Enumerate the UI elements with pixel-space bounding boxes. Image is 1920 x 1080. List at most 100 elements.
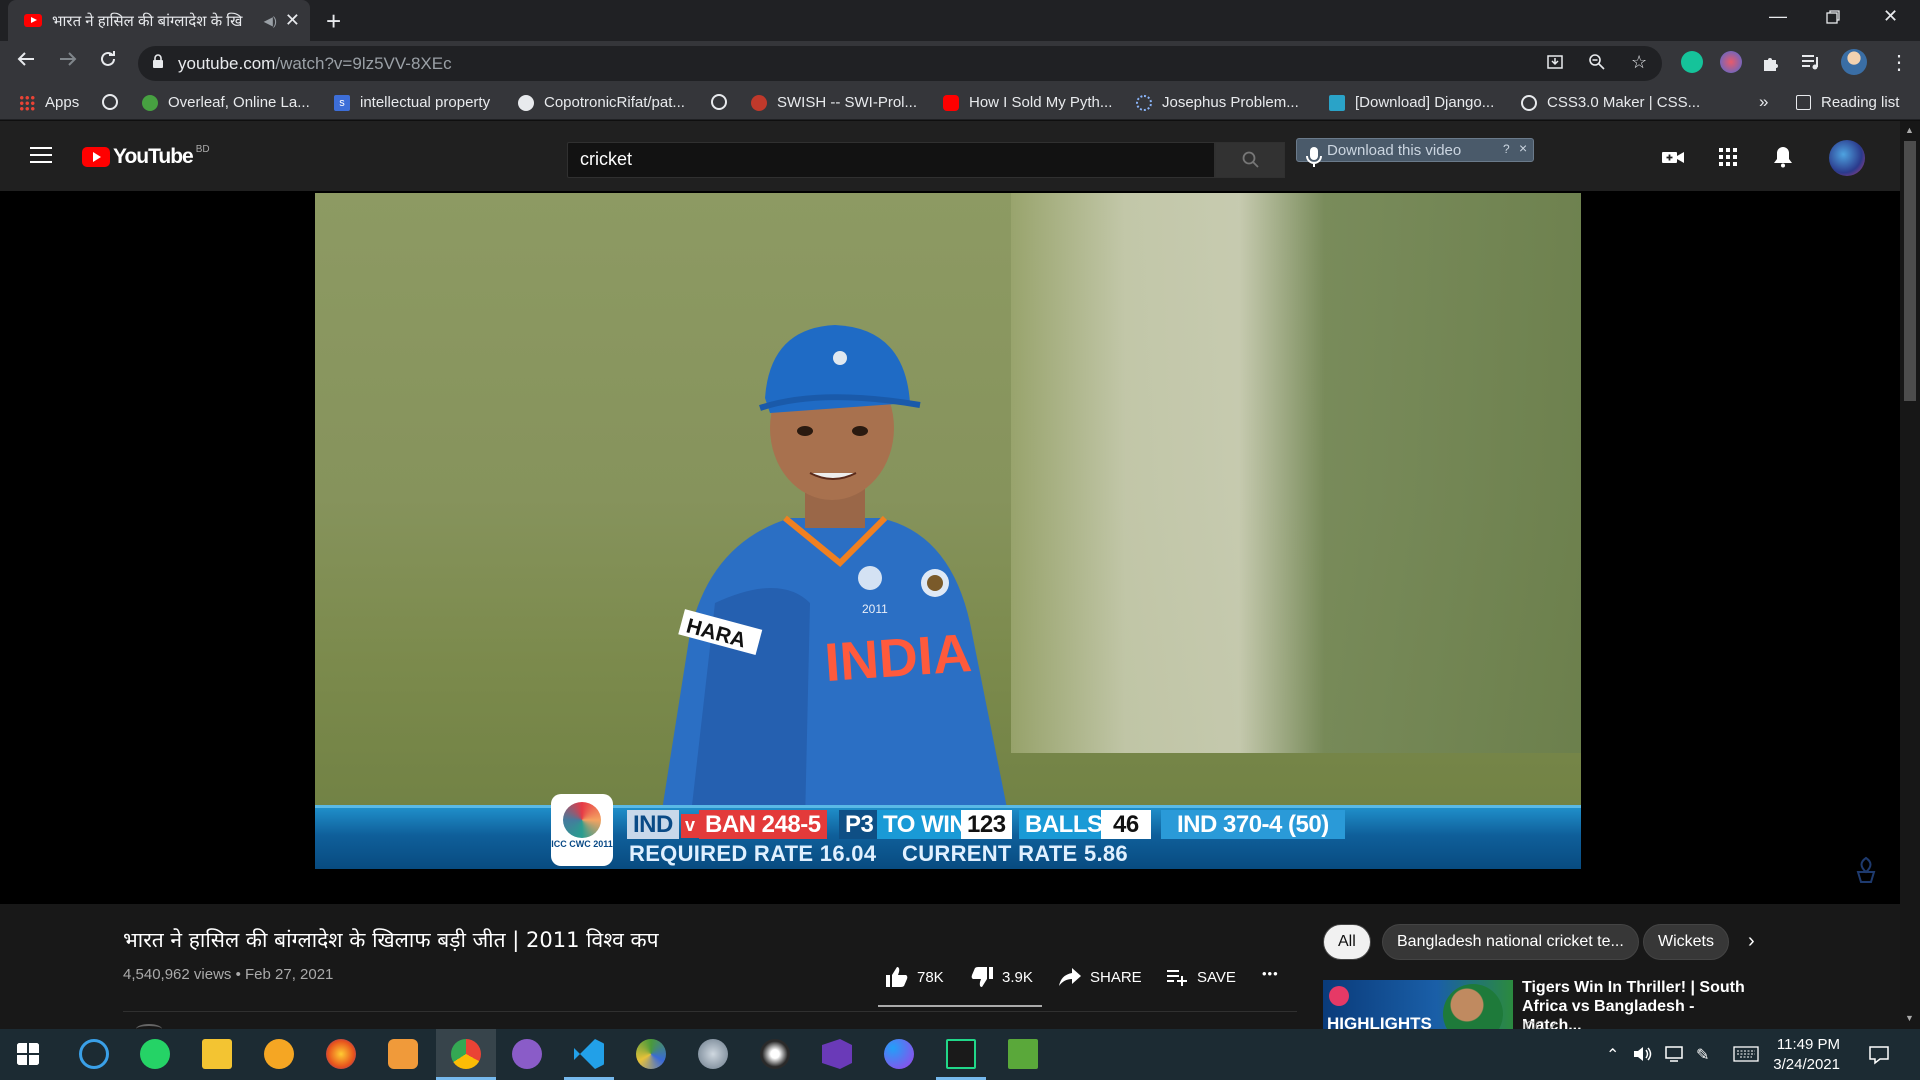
scroll-up-arrow-icon[interactable]: ▲ bbox=[1905, 125, 1914, 135]
search-icon bbox=[1242, 151, 1259, 168]
bookmark-apps[interactable]: Apps bbox=[19, 94, 79, 111]
chip-all[interactable]: All bbox=[1323, 924, 1371, 960]
extension-icon[interactable] bbox=[1720, 51, 1742, 73]
media-control-icon[interactable] bbox=[1801, 53, 1821, 76]
volume-icon[interactable] bbox=[1632, 1045, 1654, 1068]
browser-tab-youtube[interactable]: भारत ने हासिल की बांग्लादेश के खि ◀︎︎) ✕ bbox=[8, 0, 310, 41]
download-video-button[interactable]: Download this video ? × bbox=[1296, 138, 1534, 162]
app-orange-icon[interactable] bbox=[388, 1039, 418, 1069]
profile-avatar[interactable] bbox=[1841, 49, 1867, 75]
powerplay-label: P3 bbox=[839, 810, 880, 839]
vpn-app-icon[interactable] bbox=[264, 1039, 294, 1069]
search-input[interactable]: cricket bbox=[567, 142, 1215, 178]
bookmark-overleaf[interactable]: Overleaf, Online La... bbox=[142, 94, 310, 111]
bookmarks-overflow-button[interactable]: » bbox=[1759, 92, 1768, 112]
tab-close-icon[interactable]: ✕ bbox=[285, 10, 300, 31]
cortana-icon[interactable] bbox=[79, 1039, 109, 1069]
browser-toolbar: youtube.com/watch?v=9lz5VV-8XEc ☆ ⋮ bbox=[0, 41, 1920, 86]
pen-workspace-icon[interactable]: ✎ bbox=[1696, 1045, 1709, 1065]
network-icon[interactable] bbox=[1664, 1045, 1684, 1068]
github-icon bbox=[518, 94, 534, 111]
whatsapp-icon[interactable] bbox=[140, 1039, 170, 1069]
youtube-play-icon bbox=[82, 147, 110, 167]
back-arrow-icon[interactable] bbox=[16, 49, 36, 75]
bookmark-github[interactable]: CopotronicRifat/pat... bbox=[518, 94, 685, 111]
satellite-app-icon[interactable] bbox=[760, 1039, 790, 1069]
loading-icon bbox=[1136, 94, 1152, 111]
page-scrollbar[interactable]: ▲ ▼ bbox=[1900, 121, 1920, 1029]
visual-studio-icon[interactable] bbox=[822, 1039, 852, 1069]
share-arrow-icon bbox=[1059, 968, 1081, 986]
file-explorer-icon[interactable] bbox=[202, 1039, 232, 1069]
clock-time: 11:49 PM bbox=[1776, 1036, 1840, 1053]
bookmark-globe-2[interactable] bbox=[711, 94, 737, 110]
grammarly-extension-icon[interactable] bbox=[1681, 51, 1703, 73]
scrollbar-thumb[interactable] bbox=[1904, 141, 1916, 401]
microphone-icon[interactable] bbox=[1306, 145, 1322, 169]
firefox-icon[interactable] bbox=[326, 1039, 356, 1069]
download-close-icon[interactable]: × bbox=[1519, 140, 1527, 156]
install-app-icon[interactable] bbox=[1546, 53, 1564, 76]
chip-bangladesh-cricket[interactable]: Bangladesh national cricket te... bbox=[1382, 924, 1639, 960]
chart-app-icon[interactable] bbox=[1008, 1039, 1038, 1069]
account-avatar[interactable] bbox=[1829, 140, 1865, 176]
like-button[interactable]: 78K bbox=[885, 966, 944, 988]
address-bar[interactable]: youtube.com/watch?v=9lz5VV-8XEc ☆ bbox=[138, 46, 1662, 81]
bookmark-josephus[interactable]: Josephus Problem... bbox=[1136, 94, 1299, 111]
video-player[interactable]: HARA 2011 INDIA ICC CWC 2011 IND v BAN 2… bbox=[0, 191, 1900, 904]
bookmark-django[interactable]: [Download] Django... bbox=[1329, 94, 1494, 111]
dislike-button[interactable]: 3.9K bbox=[970, 966, 1033, 988]
search-button[interactable] bbox=[1215, 142, 1285, 178]
show-hidden-icons-icon[interactable]: ⌃ bbox=[1606, 1045, 1619, 1065]
channel-watermark-icon[interactable] bbox=[1853, 856, 1877, 884]
create-video-icon[interactable] bbox=[1661, 146, 1685, 168]
reading-list-button[interactable]: Reading list bbox=[1796, 94, 1899, 111]
versus-label: v bbox=[681, 814, 699, 838]
chips-next-arrow-icon[interactable]: › bbox=[1748, 930, 1755, 953]
reload-icon[interactable] bbox=[98, 49, 118, 75]
scroll-down-arrow-icon[interactable]: ▼ bbox=[1905, 1013, 1914, 1023]
save-button[interactable]: SAVE bbox=[1165, 966, 1236, 988]
more-actions-button[interactable]: ••• bbox=[1262, 966, 1279, 981]
pycharm-icon[interactable] bbox=[946, 1039, 976, 1069]
score-overlay: ICC CWC 2011 IND v BAN 248-5 P3 TO WIN 1… bbox=[315, 794, 1581, 869]
close-window-icon[interactable]: ✕ bbox=[1883, 6, 1898, 27]
zoom-icon[interactable] bbox=[1588, 53, 1606, 76]
view-count-date: 4,540,962 views • Feb 27, 2021 bbox=[123, 966, 334, 983]
bookmark-css-maker[interactable]: CSS3.0 Maker | CSS... bbox=[1521, 94, 1700, 111]
minimize-window-icon[interactable]: — bbox=[1769, 6, 1787, 27]
chrome-icon[interactable] bbox=[451, 1039, 481, 1069]
restore-window-icon[interactable] bbox=[1826, 8, 1840, 29]
share-button[interactable]: SHARE bbox=[1058, 966, 1142, 988]
vscode-icon[interactable] bbox=[574, 1039, 604, 1069]
bookmark-star-icon[interactable]: ☆ bbox=[1631, 52, 1647, 73]
menu-icon[interactable] bbox=[30, 147, 52, 163]
video-frame[interactable]: HARA 2011 INDIA ICC CWC 2011 IND v BAN 2… bbox=[315, 193, 1581, 869]
target-score: IND 370-4 (50) bbox=[1161, 810, 1345, 839]
extensions-puzzle-icon[interactable] bbox=[1761, 53, 1781, 78]
tab-audio-icon[interactable]: ◀︎︎) bbox=[264, 14, 277, 28]
notification-center-icon[interactable] bbox=[1868, 1045, 1890, 1070]
chrome-menu-icon[interactable]: ⋮ bbox=[1889, 50, 1909, 75]
system-clock[interactable]: 11:49 PM 3/24/2021 bbox=[1762, 1035, 1840, 1075]
globe-app-icon[interactable] bbox=[636, 1039, 666, 1069]
app-tool-icon[interactable] bbox=[698, 1039, 728, 1069]
windows-taskbar: ⌃ ✎ 11:49 PM 3/24/2021 bbox=[0, 1029, 1920, 1080]
download-help-icon[interactable]: ? bbox=[1503, 142, 1510, 156]
apps-grid-icon[interactable] bbox=[1716, 146, 1740, 168]
touch-keyboard-icon[interactable] bbox=[1733, 1045, 1759, 1068]
messenger-icon[interactable] bbox=[884, 1039, 914, 1069]
windows-start-icon[interactable] bbox=[16, 1042, 40, 1066]
forward-arrow-icon[interactable] bbox=[58, 49, 78, 75]
bookmark-python-video[interactable]: How I Sold My Pyth... bbox=[943, 94, 1112, 111]
chip-wickets[interactable]: Wickets bbox=[1643, 924, 1729, 960]
bookmark-intellectual-property[interactable]: s intellectual property bbox=[334, 94, 490, 111]
new-tab-button[interactable]: + bbox=[326, 6, 341, 37]
bookmark-swish[interactable]: SWISH -- SWI-Prol... bbox=[751, 94, 917, 111]
notifications-bell-icon[interactable] bbox=[1771, 146, 1795, 168]
github-desktop-icon[interactable] bbox=[512, 1039, 542, 1069]
bookmark-globe[interactable] bbox=[102, 94, 128, 110]
cricketer-figure: HARA 2011 INDIA bbox=[660, 325, 1010, 823]
youtube-logo[interactable]: YouTube BD bbox=[82, 144, 210, 169]
team1-label: IND bbox=[627, 810, 679, 839]
